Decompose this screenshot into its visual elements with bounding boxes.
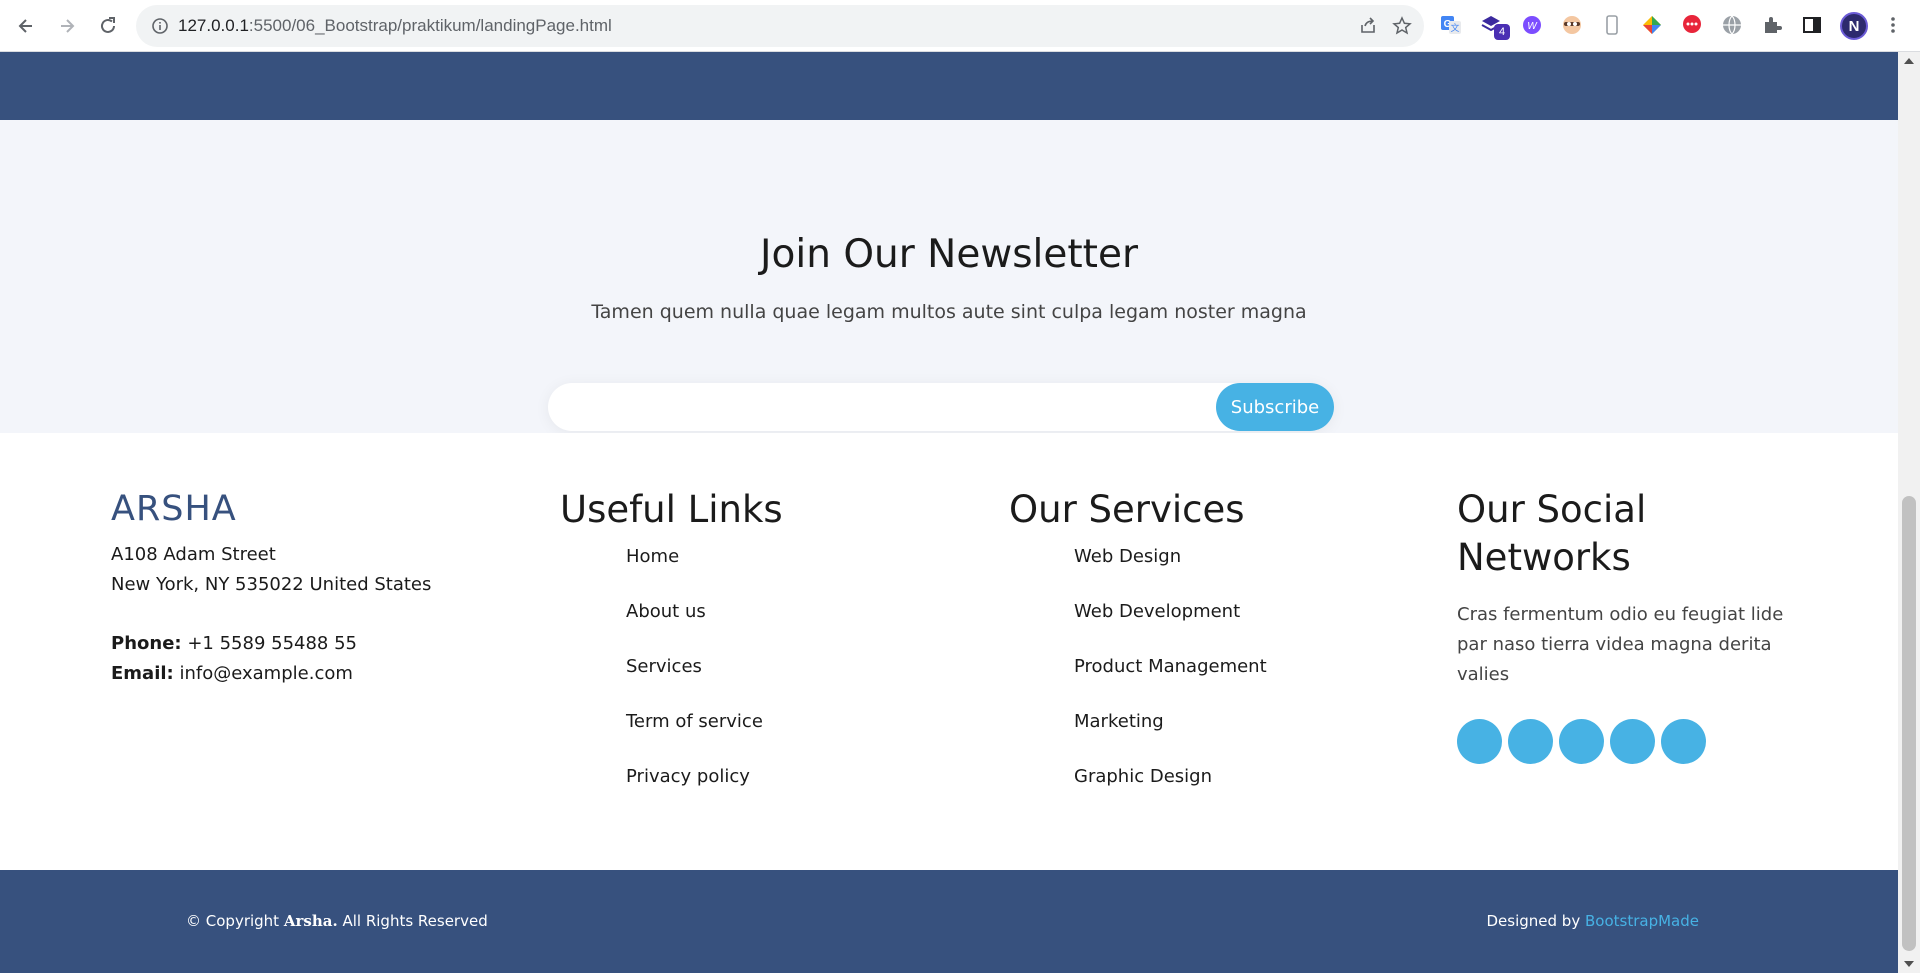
puzzle-icon[interactable] <box>1761 14 1783 36</box>
footer-brand: ARSHA <box>111 489 237 529</box>
services-title: Our Services <box>1009 488 1245 531</box>
forward-arrow-icon[interactable] <box>54 13 80 39</box>
email-value: info@example.com <box>179 663 353 684</box>
page-scrollbar[interactable] <box>1898 52 1920 973</box>
bookmark-star-icon[interactable] <box>1392 16 1412 36</box>
social-title: Our Social Networks <box>1457 486 1646 582</box>
social-description: Cras fermentum odio eu feugiat lide par … <box>1457 604 1784 685</box>
scroll-down-arrow-icon[interactable] <box>1904 961 1914 967</box>
service-link-product-management[interactable]: Product Management <box>1074 648 1267 703</box>
service-link-web-development[interactable]: Web Development <box>1074 593 1267 648</box>
diamond-extension-icon[interactable] <box>1641 14 1663 36</box>
newsletter-subtitle: Tamen quem nulla quae legam multos aute … <box>591 301 1307 323</box>
email-label: Email: <box>111 663 174 684</box>
previous-section-band <box>0 52 1898 120</box>
social-button-3[interactable] <box>1559 719 1604 764</box>
phone-value: +1 5589 55488 55 <box>187 633 358 654</box>
credits: Designed by BootstrapMade <box>1487 912 1700 930</box>
useful-link-about[interactable]: About us <box>626 593 763 648</box>
useful-link-home[interactable]: Home <box>626 538 763 593</box>
newsletter-title: Join Our Newsletter <box>760 232 1138 277</box>
reload-icon[interactable] <box>95 13 121 39</box>
email-row: Email: info@example.com <box>111 659 357 689</box>
social-links <box>1457 719 1706 764</box>
url-text[interactable]: 127.0.0.1:5500/06_Bootstrap/praktikum/la… <box>178 16 612 36</box>
newsletter-section: Join Our Newsletter Tamen quem nulla qua… <box>0 120 1898 433</box>
back-arrow-icon[interactable] <box>13 13 39 39</box>
browser-toolbar: 127.0.0.1:5500/06_Bootstrap/praktikum/la… <box>0 0 1920 52</box>
share-icon[interactable] <box>1358 16 1378 36</box>
footer-top: ARSHA A108 Adam Street New York, NY 5350… <box>0 433 1898 870</box>
globe-icon[interactable] <box>1721 14 1743 36</box>
kebab-menu-icon[interactable] <box>1882 14 1904 36</box>
designed-by-label: Designed by <box>1486 912 1581 930</box>
copyright-prefix: © Copyright <box>186 912 280 930</box>
address-bar[interactable]: 127.0.0.1:5500/06_Bootstrap/praktikum/la… <box>136 5 1424 47</box>
social-title-line-1: Our Social <box>1457 488 1647 531</box>
scroll-thumb[interactable] <box>1902 496 1916 951</box>
side-panel-icon[interactable] <box>1801 14 1823 36</box>
svg-text:文: 文 <box>1450 22 1459 33</box>
newsletter-form: Subscribe <box>548 383 1334 431</box>
service-link-web-design[interactable]: Web Design <box>1074 538 1267 593</box>
extension-badge: 4 <box>1494 24 1510 40</box>
phone-frame-icon[interactable] <box>1601 14 1623 36</box>
circle-w-extension-icon[interactable]: W <box>1521 14 1543 36</box>
social-button-2[interactable] <box>1508 719 1553 764</box>
address-line-2: New York, NY 535022 United States <box>111 574 432 595</box>
site-info-icon[interactable] <box>150 16 170 36</box>
copyright: © Copyright Arsha. All Rights Reserved <box>186 912 488 930</box>
useful-links-title: Useful Links <box>560 488 783 531</box>
service-link-graphic-design[interactable]: Graphic Design <box>1074 758 1267 813</box>
copyright-brand: Arsha. <box>283 912 338 930</box>
newsletter-email-input[interactable] <box>560 389 1200 425</box>
phone-row: Phone: +1 5589 55488 55 <box>111 629 357 659</box>
svg-text:W: W <box>1527 21 1538 32</box>
useful-link-terms[interactable]: Term of service <box>626 703 763 758</box>
page-viewport: Join Our Newsletter Tamen quem nulla qua… <box>0 52 1898 973</box>
scroll-up-arrow-icon[interactable] <box>1904 58 1914 64</box>
phone-label: Phone: <box>111 633 182 654</box>
url-path: :5500/06_Bootstrap/praktikum/landingPage… <box>248 16 612 35</box>
useful-link-services[interactable]: Services <box>626 648 763 703</box>
profile-avatar[interactable]: N <box>1840 12 1868 40</box>
google-translate-icon[interactable]: G文 <box>1440 14 1462 36</box>
services-list: Web Design Web Development Product Manag… <box>1074 538 1267 813</box>
social-button-5[interactable] <box>1661 719 1706 764</box>
social-button-4[interactable] <box>1610 719 1655 764</box>
social-title-line-2: Networks <box>1457 536 1631 579</box>
subscribe-button[interactable]: Subscribe <box>1216 383 1334 431</box>
chat-bubble-icon[interactable] <box>1681 14 1703 36</box>
social-button-1[interactable] <box>1457 719 1502 764</box>
service-link-marketing[interactable]: Marketing <box>1074 703 1267 758</box>
useful-links-list: Home About us Services Term of service P… <box>626 538 763 813</box>
bootstrapmade-link[interactable]: BootstrapMade <box>1585 912 1699 930</box>
footer-address: A108 Adam Street New York, NY 535022 Uni… <box>111 540 431 600</box>
useful-link-privacy[interactable]: Privacy policy <box>626 758 763 813</box>
footer-contact: Phone: +1 5589 55488 55 Email: info@exam… <box>111 629 357 689</box>
url-host: 127.0.0.1 <box>178 16 249 35</box>
copyright-suffix: All Rights Reserved <box>342 912 488 930</box>
face-extension-icon[interactable] <box>1561 14 1583 36</box>
footer-bottom: © Copyright Arsha. All Rights Reserved D… <box>0 870 1898 973</box>
address-line-1: A108 Adam Street <box>111 544 276 565</box>
